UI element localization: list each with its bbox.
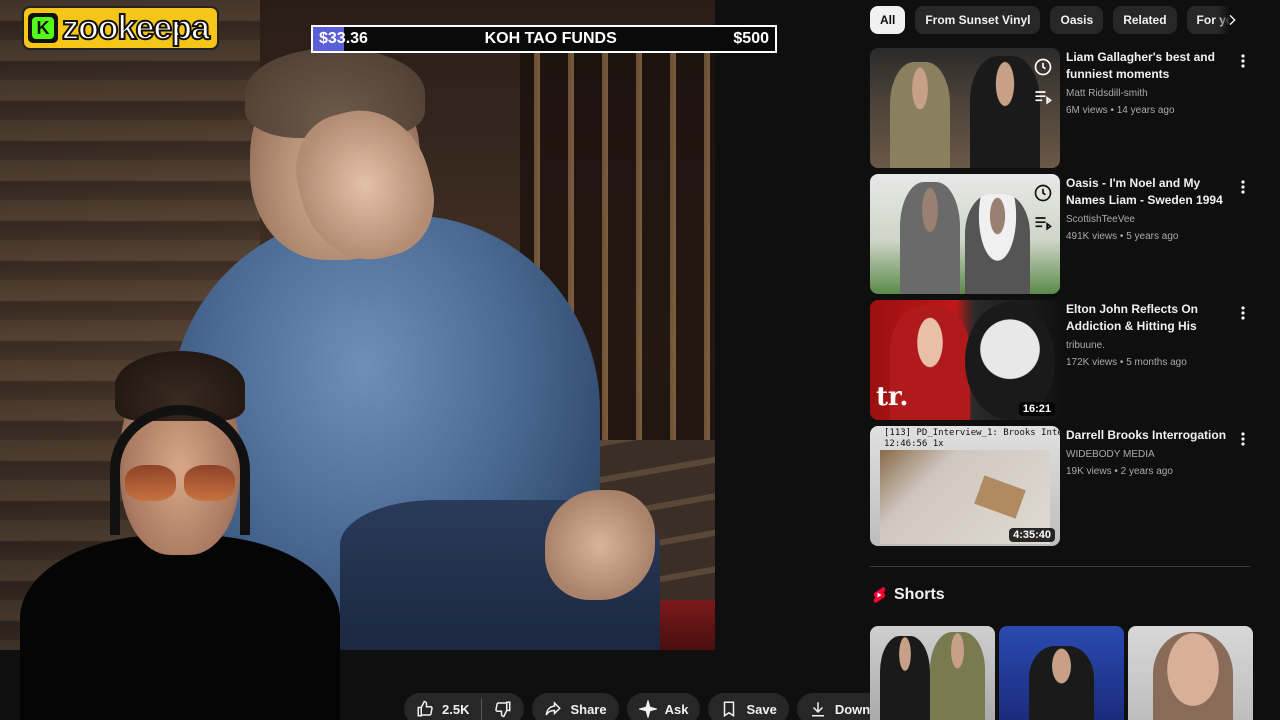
- related-video-item[interactable]: Oasis - I'm Noel and My Names Liam - Swe…: [870, 174, 1255, 300]
- zookeepa-logo: K zookeepa: [22, 6, 219, 50]
- video-menu-button[interactable]: [1237, 302, 1249, 324]
- thumb-person: [1029, 646, 1094, 720]
- video-stats: 172K views • 5 months ago: [1066, 357, 1187, 368]
- like-dislike-group: 2.5K: [404, 693, 525, 720]
- video-meta: Liam Gallagher's best and funniest momen…: [1060, 48, 1255, 174]
- video-thumbnail[interactable]: [113] PD_Interview_1: Brooks Interview […: [870, 426, 1060, 546]
- video-channel[interactable]: ScottishTeeVee: [1066, 213, 1227, 227]
- video-menu-button[interactable]: [1237, 176, 1249, 198]
- short-thumbnail[interactable]: [999, 626, 1124, 720]
- shorts-row: [870, 626, 1253, 720]
- ask-button[interactable]: Ask: [626, 693, 701, 720]
- tribune-logo: tr.: [876, 382, 909, 412]
- video-duration: 4:35:40: [1009, 528, 1055, 542]
- dislike-button[interactable]: [482, 693, 524, 720]
- video-title[interactable]: Liam Gallagher's best and funniest momen…: [1066, 49, 1227, 83]
- video-duration: 16:21: [1018, 402, 1055, 416]
- share-button[interactable]: Share: [532, 693, 619, 720]
- add-to-queue-icon[interactable]: [1032, 212, 1054, 234]
- video-channel[interactable]: WIDEBODY MEDIA: [1066, 448, 1227, 462]
- video-title[interactable]: Elton John Reflects On Addiction & Hitti…: [1066, 301, 1227, 335]
- thumbs-up-icon: [417, 700, 433, 717]
- webcam-shirt: [20, 535, 340, 720]
- save-label: Save: [746, 701, 777, 717]
- filter-chips: All From Sunset Vinyl Oasis Related For …: [870, 6, 1245, 34]
- save-button[interactable]: Save: [708, 693, 789, 720]
- shorts-icon: [873, 587, 886, 603]
- thumb-person: [890, 62, 950, 168]
- video-thumbnail[interactable]: [870, 174, 1060, 294]
- video-title[interactable]: Oasis - I'm Noel and My Names Liam - Swe…: [1066, 175, 1227, 209]
- thumb-person: [965, 194, 1030, 294]
- watch-later-icon[interactable]: [1032, 56, 1054, 78]
- video-menu-button[interactable]: [1237, 50, 1249, 72]
- thumb-person: [930, 632, 985, 720]
- more-vertical-icon: [1241, 432, 1245, 446]
- fundraiser-goal: $500: [733, 30, 769, 47]
- related-video-item[interactable]: [113] PD_Interview_1: Brooks Interview […: [870, 426, 1255, 552]
- thumb-person: [1153, 632, 1233, 720]
- filters-next-button[interactable]: [1218, 6, 1246, 34]
- share-icon: [545, 701, 562, 716]
- sparkle-icon: [638, 700, 657, 718]
- section-divider: [870, 566, 1250, 567]
- video-thumbnail[interactable]: tr. 16:21: [870, 300, 1060, 420]
- sunglasses-icon: [125, 465, 235, 501]
- video-menu-button[interactable]: [1237, 428, 1249, 450]
- more-vertical-icon: [1241, 54, 1245, 68]
- kick-badge-icon: K: [28, 13, 58, 43]
- shorts-label: Shorts: [894, 586, 945, 603]
- video-actions: 2.5K Share Ask Save Download: [404, 693, 949, 720]
- watch-later-icon[interactable]: [1032, 182, 1054, 204]
- streamer-webcam: [0, 345, 360, 720]
- video-subject-hand-2: [545, 490, 655, 600]
- logo-text: zookeepa: [61, 8, 211, 48]
- fundraiser-bar: $33.36 KOH TAO FUNDS $500: [311, 25, 777, 53]
- video-meta: Oasis - I'm Noel and My Names Liam - Swe…: [1060, 174, 1255, 300]
- like-count: 2.5K: [442, 701, 470, 717]
- like-button[interactable]: 2.5K: [404, 693, 481, 720]
- video-meta: Darrell Brooks Interrogation WIDEBODY ME…: [1060, 426, 1255, 552]
- short-thumbnail[interactable]: [1128, 626, 1253, 720]
- thumb-person: [880, 636, 930, 720]
- filter-chip-from-sunset-vinyl[interactable]: From Sunset Vinyl: [915, 6, 1041, 34]
- add-to-queue-icon[interactable]: [1032, 86, 1054, 108]
- fundraiser-title: KOH TAO FUNDS: [484, 30, 617, 47]
- thumb-person: [970, 56, 1040, 168]
- video-stats: 491K views • 5 years ago: [1066, 231, 1179, 242]
- video-stats: 6M views • 14 years ago: [1066, 105, 1175, 116]
- video-thumbnail[interactable]: [870, 48, 1060, 168]
- thumbnail-hover-icons: [1032, 182, 1054, 234]
- ask-label: Ask: [664, 701, 689, 717]
- bookmark-icon: [724, 701, 735, 718]
- video-stats: 19K views • 2 years ago: [1066, 466, 1173, 477]
- video-meta: Elton John Reflects On Addiction & Hitti…: [1060, 300, 1255, 426]
- video-title[interactable]: Darrell Brooks Interrogation: [1066, 427, 1227, 444]
- share-label: Share: [570, 701, 607, 717]
- related-video-item[interactable]: tr. 16:21 Elton John Reflects On Addicti…: [870, 300, 1255, 426]
- thumbs-down-icon: [495, 701, 511, 718]
- filter-chip-related[interactable]: Related: [1113, 6, 1177, 34]
- thumb-person: [900, 182, 960, 294]
- fundraiser-current: $33.36: [319, 30, 368, 47]
- related-video-item[interactable]: Liam Gallagher's best and funniest momen…: [870, 48, 1255, 174]
- download-icon: [811, 702, 824, 717]
- video-channel[interactable]: tribuune.: [1066, 339, 1227, 353]
- more-vertical-icon: [1241, 180, 1245, 194]
- chevron-right-icon: [1229, 14, 1236, 26]
- filter-chip-oasis[interactable]: Oasis: [1050, 6, 1104, 34]
- thumbnail-hover-icons: [1032, 56, 1054, 108]
- video-channel[interactable]: Matt Ridsdill-smith: [1066, 87, 1227, 101]
- related-videos-list: Liam Gallagher's best and funniest momen…: [870, 48, 1255, 552]
- filter-chip-all[interactable]: All: [870, 6, 906, 34]
- thumbnail-caption: [113] PD_Interview_1: Brooks Interview […: [884, 428, 1060, 449]
- short-thumbnail[interactable]: [870, 626, 995, 720]
- more-vertical-icon: [1241, 306, 1245, 320]
- shorts-header: Shorts: [872, 586, 945, 604]
